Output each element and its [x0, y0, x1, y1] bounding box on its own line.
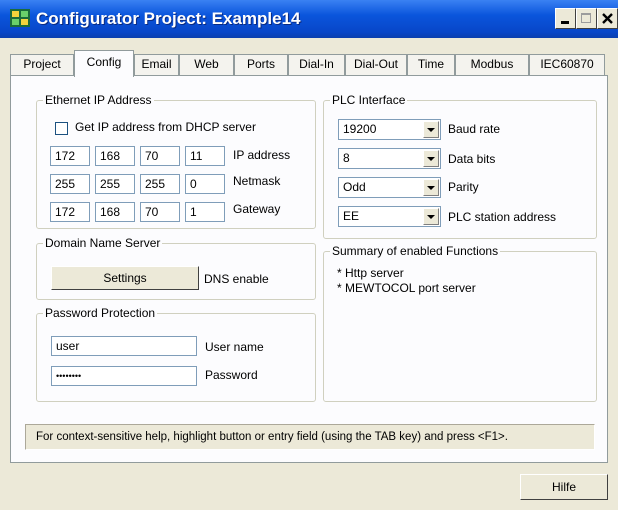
tab-dial-in[interactable]: Dial-In: [288, 54, 345, 75]
ip-octet-3[interactable]: 70: [140, 146, 180, 166]
tab-project[interactable]: Project: [10, 54, 74, 75]
summary-legend: Summary of enabled Functions: [332, 244, 499, 258]
chevron-down-icon[interactable]: [423, 208, 439, 225]
plc-station-value: EE: [343, 209, 360, 223]
data-bits-value: 8: [343, 151, 350, 165]
minimize-button[interactable]: [555, 8, 576, 29]
help-status-bar: For context-sensitive help, highlight bu…: [25, 424, 595, 450]
plc-station-label: PLC station address: [448, 210, 557, 224]
baud-rate-select[interactable]: 19200: [338, 119, 441, 140]
dhcp-label: Get IP address from DHCP server: [75, 120, 256, 134]
netmask-octet-3[interactable]: 255: [140, 174, 180, 194]
configurator-window: Configurator Project: Example14 Project …: [0, 0, 618, 510]
dns-enable-label: DNS enable: [204, 272, 269, 286]
help-button[interactable]: Hilfe: [520, 474, 608, 500]
password-legend: Password Protection: [45, 306, 156, 320]
title-bar[interactable]: Configurator Project: Example14: [0, 0, 618, 38]
dhcp-checkbox[interactable]: [55, 122, 68, 135]
data-bits-select[interactable]: 8: [338, 148, 441, 169]
dns-legend: Domain Name Server: [45, 236, 161, 250]
ip-address-label: IP address: [233, 148, 291, 162]
data-bits-label: Data bits: [448, 152, 496, 166]
chevron-down-icon[interactable]: [423, 150, 439, 167]
tab-web[interactable]: Web: [179, 54, 234, 75]
parity-label: Parity: [448, 180, 479, 194]
maximize-icon: [581, 13, 591, 23]
maximize-button[interactable]: [576, 8, 597, 29]
chevron-down-icon[interactable]: [423, 121, 439, 138]
tab-iec60870[interactable]: IEC60870: [529, 54, 605, 75]
summary-item: * Http server: [337, 266, 404, 280]
config-panel: Ethernet IP Address Get IP address from …: [10, 75, 608, 463]
tab-time[interactable]: Time: [407, 54, 455, 75]
tab-ports[interactable]: Ports: [234, 54, 288, 75]
gateway-octet-1[interactable]: 172: [50, 202, 90, 222]
chevron-down-icon[interactable]: [423, 179, 439, 196]
password-input[interactable]: ••••••••: [51, 366, 197, 386]
window-title: Configurator Project: Example14: [36, 9, 301, 28]
ip-octet-4[interactable]: 11: [185, 146, 225, 166]
minimize-icon: [561, 21, 569, 24]
netmask-label: Netmask: [233, 174, 281, 188]
tab-config[interactable]: Config: [74, 50, 134, 77]
ip-octet-1[interactable]: 172: [50, 146, 90, 166]
gateway-octet-4[interactable]: 1: [185, 202, 225, 222]
app-icon: [10, 9, 30, 27]
ethernet-legend: Ethernet IP Address: [45, 93, 152, 107]
close-button[interactable]: [597, 8, 618, 29]
dns-settings-button[interactable]: Settings: [51, 266, 199, 290]
tab-modbus[interactable]: Modbus: [455, 54, 529, 75]
gateway-octet-3[interactable]: 70: [140, 202, 180, 222]
password-label: Password: [205, 368, 258, 382]
tab-dial-out[interactable]: Dial-Out: [345, 54, 407, 75]
netmask-octet-4[interactable]: 0: [185, 174, 225, 194]
netmask-octet-1[interactable]: 255: [50, 174, 90, 194]
close-icon: [602, 13, 613, 24]
parity-select[interactable]: Odd: [338, 177, 441, 198]
baud-rate-label: Baud rate: [448, 122, 501, 136]
baud-rate-value: 19200: [343, 122, 377, 136]
plc-legend: PLC Interface: [332, 93, 406, 107]
tab-strip: Project Config Email Web Ports Dial-In D…: [10, 50, 610, 77]
netmask-octet-2[interactable]: 255: [95, 174, 135, 194]
parity-value: Odd: [343, 180, 366, 194]
username-input[interactable]: user: [51, 336, 197, 356]
username-label: User name: [205, 340, 264, 354]
ip-octet-2[interactable]: 168: [95, 146, 135, 166]
plc-station-select[interactable]: EE: [338, 206, 441, 227]
gateway-label: Gateway: [233, 202, 281, 216]
summary-item: * MEWTOCOL port server: [337, 281, 476, 295]
tab-email[interactable]: Email: [134, 54, 179, 75]
help-status-text: For context-sensitive help, highlight bu…: [36, 431, 508, 443]
gateway-octet-2[interactable]: 168: [95, 202, 135, 222]
